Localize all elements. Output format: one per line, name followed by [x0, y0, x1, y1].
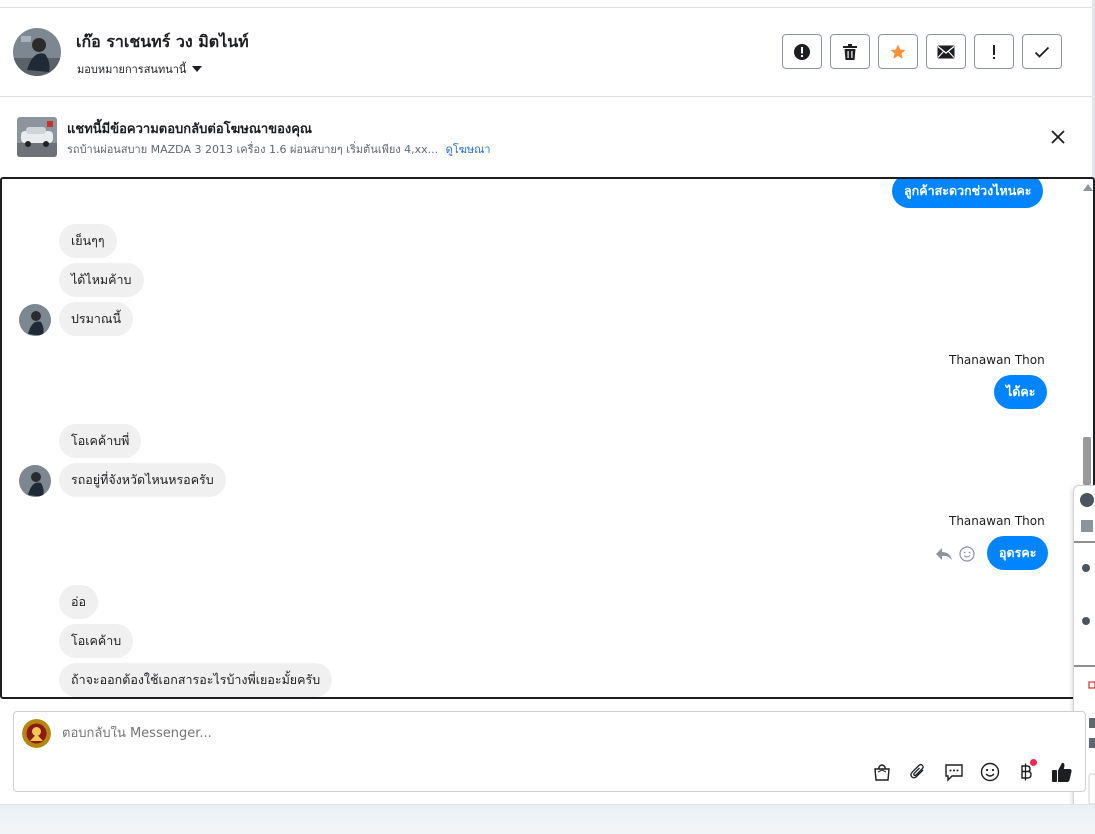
scroll-up-arrow[interactable]	[1083, 184, 1093, 191]
message-composer	[13, 711, 1086, 792]
thumbs-up-icon	[1051, 762, 1072, 782]
spam-button[interactable]	[782, 34, 822, 69]
incoming-message[interactable]: รถอยู่ที่จังหวัดไหนหรอครับ	[59, 463, 226, 497]
incoming-message[interactable]: ปรมาณนี้	[59, 302, 134, 336]
ad-reply-banner: แชทนี้มีข้อความตอบกลับต่อโฆษณาของคุณ รถบ…	[0, 97, 1092, 177]
exclamation-icon	[993, 44, 995, 59]
inbox-conversation-view: เก๊อ ราเชนทร์ วง มิตไนท์ มอบหมายการสนทนา…	[0, 0, 1095, 834]
star-icon	[890, 44, 906, 59]
envelope-icon	[937, 45, 955, 58]
payment-button[interactable]	[1013, 759, 1038, 784]
assign-label: มอบหมายการสนทนานี้	[77, 63, 187, 76]
incoming-message[interactable]: อ่อ	[59, 585, 99, 619]
top-divider	[0, 0, 1095, 8]
saved-reply-icon	[944, 763, 963, 782]
shopping-bag-icon	[873, 763, 890, 781]
ad-banner-title: แชทนี้มีข้อความตอบกลับต่อโฆษณาของคุณ	[67, 122, 312, 137]
saved-replies-button[interactable]	[941, 759, 966, 784]
page-avatar	[22, 719, 51, 748]
header-action-buttons	[782, 34, 1062, 69]
ad-thumbnail[interactable]	[17, 117, 57, 157]
incoming-message[interactable]: โอเคค้าบ	[59, 624, 134, 658]
alert-circle-icon	[794, 43, 810, 60]
sender-name: Thanawan Thon	[949, 514, 1045, 528]
react-emoji-icon[interactable]	[959, 546, 975, 562]
shop-button[interactable]	[869, 759, 894, 784]
view-ad-link[interactable]: ดูโฆษณา	[446, 143, 491, 156]
incoming-message[interactable]: ถ้าจะออกต้องใช้เอกสารอะไรบ้างพี่เยอะมั้ย…	[59, 663, 333, 697]
outgoing-message[interactable]: อุดรคะ	[987, 536, 1049, 570]
sender-avatar[interactable]	[19, 465, 51, 497]
conversation-header: เก๊อ ราเชนทร์ วง มิตไนท์ มอบหมายการสนทนา…	[0, 8, 1092, 97]
sender-avatar[interactable]	[19, 304, 51, 336]
emoji-icon	[980, 762, 999, 781]
assign-conversation-dropdown[interactable]: มอบหมายการสนทนานี้	[77, 60, 203, 78]
attach-file-button[interactable]	[905, 759, 930, 784]
message-thread[interactable]: ลูกค้าสะดวกช่วงไหนคะ เย็นๆๆ ได้ไหมค้าบ ป…	[0, 177, 1095, 699]
composer-toolbar	[869, 759, 1074, 784]
emoji-button[interactable]	[977, 759, 1002, 784]
close-icon	[1051, 130, 1065, 144]
caret-down-icon	[192, 66, 203, 72]
trash-icon	[843, 43, 857, 60]
star-button[interactable]	[878, 34, 918, 69]
follow-up-button[interactable]	[974, 34, 1014, 69]
contact-name: เก๊อ ราเชนทร์ วง มิตไนท์	[76, 32, 249, 51]
ad-description: รถบ้านผ่อนสบาย MAZDA 3 2013 เครื่อง 1.6 …	[67, 143, 439, 156]
incoming-message[interactable]: ได้ไหมค้าบ	[59, 263, 144, 297]
close-banner-button[interactable]	[1048, 127, 1068, 147]
reply-input[interactable]	[62, 726, 762, 741]
outgoing-message[interactable]: ลูกค้าสะดวกช่วงไหนคะ	[892, 179, 1044, 208]
bottom-strip	[0, 804, 1095, 834]
message-actions	[935, 546, 975, 562]
outgoing-message[interactable]: ได้คะ	[994, 375, 1048, 409]
mark-done-button[interactable]	[1022, 34, 1062, 69]
incoming-message[interactable]: โอเคค้าบพี่	[59, 424, 142, 458]
incoming-message[interactable]: เย็นๆๆ	[59, 224, 117, 258]
sender-name: Thanawan Thon	[949, 353, 1045, 367]
scrollbar-thumb[interactable]	[1083, 437, 1091, 485]
reply-icon[interactable]	[935, 547, 953, 561]
mark-unread-button[interactable]	[926, 34, 966, 69]
checkmark-icon	[1034, 46, 1050, 58]
notification-dot	[1030, 759, 1037, 766]
contact-avatar[interactable]	[13, 28, 61, 76]
delete-button[interactable]	[830, 34, 870, 69]
like-button[interactable]	[1049, 759, 1074, 784]
paperclip-icon	[909, 763, 924, 778]
ad-banner-subtitle: รถบ้านผ่อนสบาย MAZDA 3 2013 เครื่อง 1.6 …	[67, 140, 491, 158]
